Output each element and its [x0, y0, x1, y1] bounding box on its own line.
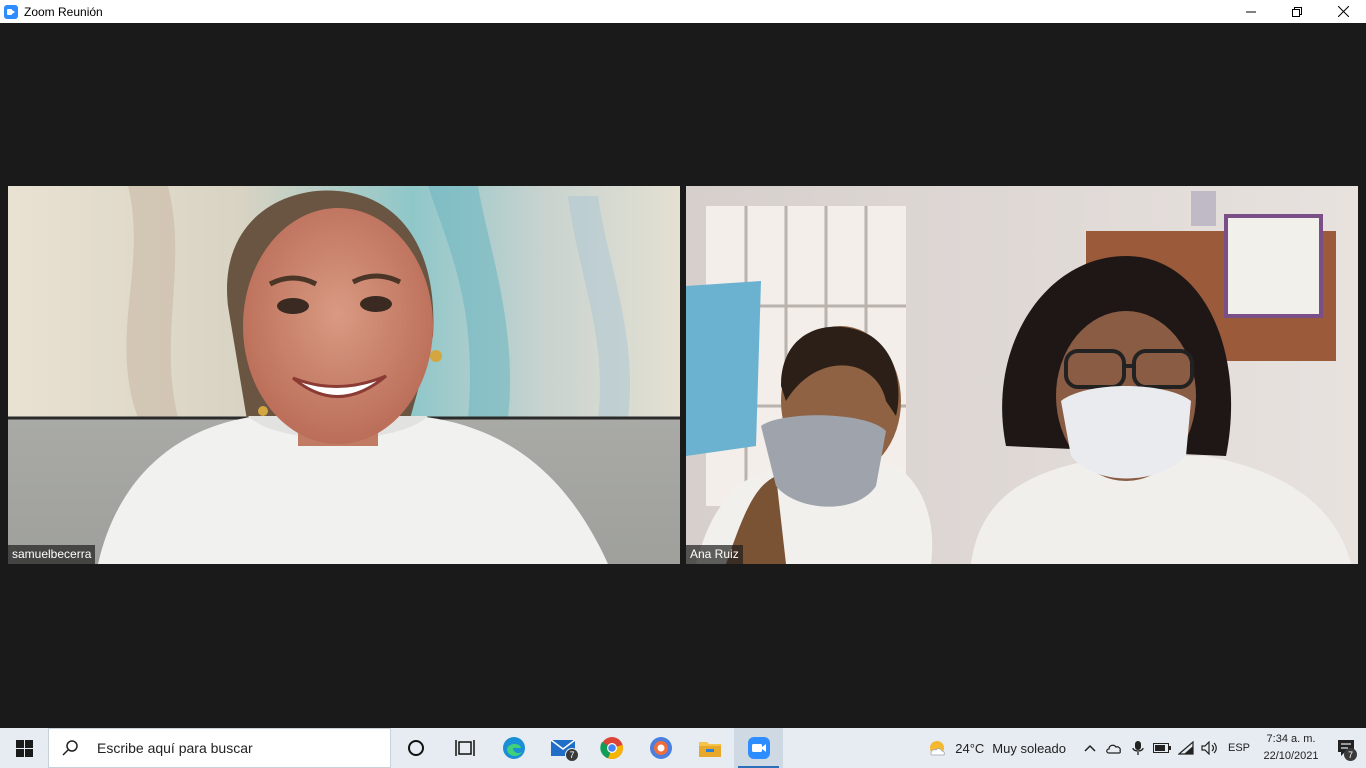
- minimize-icon: [1246, 11, 1256, 12]
- chrome-icon: [599, 737, 623, 760]
- start-button[interactable]: [0, 728, 48, 768]
- clock-date: 22/10/2021: [1263, 750, 1319, 762]
- chevron-up-icon: [1084, 744, 1096, 752]
- onedrive-button[interactable]: [1102, 728, 1126, 768]
- close-icon: [1337, 6, 1349, 17]
- weather-widget[interactable]: 24°C Muy soleado: [927, 738, 1066, 758]
- mail-badge: 7: [565, 748, 579, 762]
- file-explorer-button[interactable]: [685, 728, 734, 768]
- taskbar-clock[interactable]: 7:34 a. m. 22/10/2021: [1256, 731, 1326, 765]
- search-placeholder: Escribe aquí para buscar: [97, 740, 253, 756]
- video-tile-ana-ruiz[interactable]: Ana Ruiz: [686, 186, 1358, 564]
- cortana-icon: [407, 740, 424, 756]
- cloud-icon: [1106, 744, 1122, 754]
- brave-icon: [649, 737, 672, 759]
- zoom-taskbar-button[interactable]: [734, 728, 783, 768]
- show-hidden-icons-button[interactable]: [1078, 728, 1102, 768]
- weather-temperature: 24°C: [955, 740, 985, 756]
- wifi-button[interactable]: [1174, 728, 1198, 768]
- file-explorer-icon: [698, 742, 721, 757]
- cortana-button[interactable]: [391, 728, 440, 768]
- action-center-button[interactable]: 7: [1326, 728, 1366, 768]
- windows-taskbar: Escribe aquí para buscar 7 24°C Muy sole…: [0, 728, 1366, 768]
- input-language[interactable]: ESP: [1222, 742, 1256, 754]
- participant-name-label: Ana Ruiz: [686, 545, 743, 564]
- microphone-button[interactable]: [1126, 728, 1150, 768]
- window-title: Zoom Reunión: [24, 4, 103, 19]
- microphone-icon: [1132, 741, 1144, 755]
- mail-button[interactable]: 7: [538, 728, 587, 768]
- minimize-button[interactable]: [1228, 0, 1274, 23]
- edge-icon: [502, 737, 525, 759]
- search-icon: [62, 740, 78, 756]
- meeting-stage: samuelbecerra Ana Ruiz: [0, 23, 1366, 728]
- speaker-icon: [1201, 741, 1217, 755]
- brave-button[interactable]: [636, 728, 685, 768]
- title-bar: Zoom Reunión: [0, 0, 1366, 23]
- restore-button[interactable]: [1274, 0, 1320, 23]
- window-controls: [1228, 0, 1366, 23]
- volume-button[interactable]: [1198, 728, 1222, 768]
- participant-name-label: samuelbecerra: [8, 545, 96, 564]
- video-tile-samuelbecerra[interactable]: samuelbecerra: [8, 186, 680, 564]
- participant-video: [686, 186, 1358, 564]
- participant-video: [8, 186, 680, 564]
- task-view-button[interactable]: [440, 728, 489, 768]
- chrome-button[interactable]: [587, 728, 636, 768]
- battery-icon: [1153, 743, 1171, 753]
- notification-badge: 7: [1344, 748, 1357, 761]
- edge-button[interactable]: [489, 728, 538, 768]
- close-button[interactable]: [1320, 0, 1366, 23]
- wifi-icon: [1178, 741, 1194, 755]
- task-view-icon: [454, 740, 475, 756]
- windows-logo-icon: [15, 739, 33, 757]
- zoom-icon: [747, 737, 770, 759]
- system-tray: 24°C Muy soleado ESP 7:34 a. m. 22/10/20…: [927, 728, 1366, 768]
- clock-time: 7:34 a. m.: [1266, 733, 1316, 745]
- sun-cloud-icon: [930, 741, 946, 756]
- weather-condition: Muy soleado: [992, 740, 1066, 756]
- zoom-app-icon: [4, 4, 18, 19]
- battery-button[interactable]: [1150, 728, 1174, 768]
- taskbar-search-box[interactable]: Escribe aquí para buscar: [48, 728, 391, 768]
- restore-icon: [1292, 6, 1302, 17]
